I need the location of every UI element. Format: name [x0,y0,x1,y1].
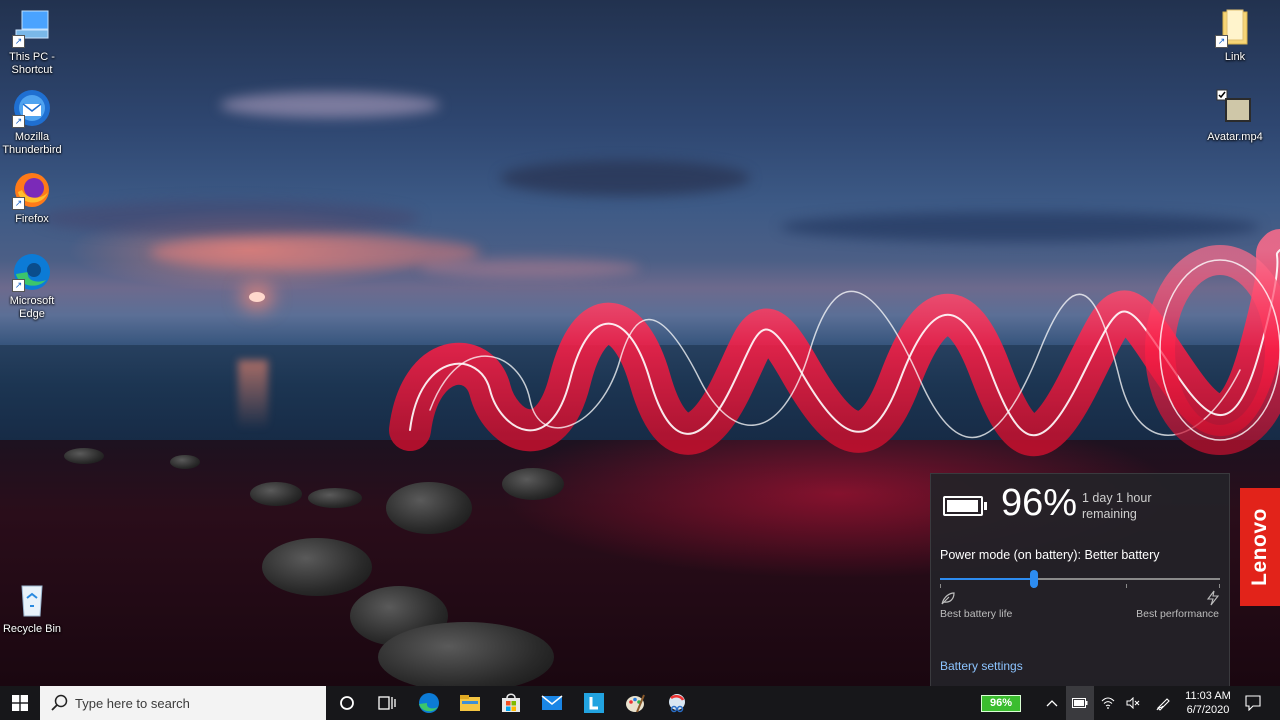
battery-percent: 96% [1001,482,1078,524]
task-view-icon [378,696,396,710]
edge-icon: ↗ [12,252,52,292]
taskbar-file-explorer[interactable] [453,686,487,720]
desktop-icon-label: Avatar.mp4 [1207,131,1263,143]
taskbar-mail[interactable] [535,686,569,720]
best-performance-label: Best performance [1136,608,1219,620]
search-placeholder: Type here to search [75,695,190,711]
snip-icon [669,694,685,713]
recycle-bin-icon [12,580,52,620]
desktop-icon-label: Firefox [15,213,49,225]
folder-icon: ↗ [1215,8,1255,48]
mail-icon [541,695,563,710]
best-battery-life-label: Best battery life [940,608,1013,620]
taskbar-paint[interactable] [618,686,652,720]
file-explorer-icon [460,695,480,711]
cortana-icon [340,696,354,710]
lenovo-logo: Lenovo [1240,488,1280,606]
desktop-icon-avatar-video[interactable]: Avatar.mp4 [1203,88,1267,144]
notification-icon [1245,695,1261,711]
edge-icon [419,693,439,713]
desktop-icon-recycle-bin[interactable]: Recycle Bin [0,580,64,636]
shortcut-arrow-icon: ↗ [12,115,25,128]
task-view-button[interactable] [370,686,404,720]
leaf-icon [941,592,955,605]
desktop-icon-label: Recycle Bin [2,623,62,635]
taskbar-l-app[interactable] [577,686,611,720]
paint-icon [626,694,645,713]
chevron-up-icon [1046,700,1058,707]
power-mode-slider[interactable] [940,570,1220,588]
shortcut-arrow-icon: ↗ [12,279,25,292]
desktop-icon-this-pc[interactable]: ↗ This PC - Shortcut [0,8,64,77]
pen-icon [1156,698,1170,711]
wifi-icon [1101,697,1115,709]
show-hidden-icons-button[interactable] [1040,686,1064,720]
taskbar-search-box[interactable]: Type here to search [40,686,326,720]
desktop-icon-edge[interactable]: ↗ Microsoft Edge [0,252,64,321]
volume-muted-icon [1126,697,1140,709]
start-button[interactable] [0,686,40,720]
firefox-icon: ↗ [12,170,52,210]
tray-wifi-button[interactable] [1096,686,1120,720]
desktop-icon-label: This PC - [9,51,55,63]
search-icon [51,694,68,711]
battery-icon [1072,698,1088,708]
desktop-icon-label: Mozilla [14,131,50,143]
taskbar-clock[interactable]: 11:03 AM 6/7/2020 [1180,689,1236,717]
battery-flyout: 96% 1 day 1 hour remaining Power mode (o… [930,473,1230,686]
microsoft-store-icon [502,693,520,712]
shortcut-arrow-icon: ↗ [12,35,25,48]
taskbar-edge[interactable] [412,686,446,720]
l-app-icon [584,693,604,713]
battery-remaining: 1 day 1 hour remaining [1082,491,1152,521]
action-center-button[interactable] [1238,686,1268,720]
windows-logo-icon [12,695,28,711]
taskbar-microsoft-store[interactable] [494,686,528,720]
tray-battery-button[interactable] [1066,686,1094,720]
slider-thumb[interactable] [1030,570,1038,588]
tray-battery-percent[interactable]: 96% [981,695,1021,712]
this-pc-icon: ↗ [12,8,52,48]
lightning-icon [1206,590,1220,606]
desktop-icon-label: Shortcut [11,64,53,76]
thunderbird-icon: ↗ [12,88,52,128]
tray-volume-button[interactable] [1121,686,1145,720]
desktop-icon-label: Link [1224,51,1246,63]
taskbar: Type here to search 96% 11:03 AM 6/7/202… [0,686,1280,720]
desktop-icon-link-folder[interactable]: ↗ Link [1203,8,1267,64]
desktop-icon-label: Edge [19,308,45,320]
battery-icon [943,496,987,516]
desktop-icon-firefox[interactable]: ↗ Firefox [0,170,64,226]
shortcut-arrow-icon: ↗ [12,197,25,210]
desktop-icon-thunderbird[interactable]: ↗ Mozilla Thunderbird [0,88,64,157]
cortana-button[interactable] [330,686,364,720]
tray-pen-button[interactable] [1150,686,1176,720]
desktop-icon-label: Thunderbird [2,144,62,156]
taskbar-snip[interactable] [660,686,694,720]
video-file-icon [1215,88,1255,128]
battery-settings-link[interactable]: Battery settings [940,659,1023,673]
light-painting-graphic [389,229,1280,456]
desktop-icon-label: Microsoft [9,295,55,307]
power-mode-label: Power mode (on battery): Better battery [940,548,1160,562]
shortcut-arrow-icon: ↗ [1215,35,1228,48]
